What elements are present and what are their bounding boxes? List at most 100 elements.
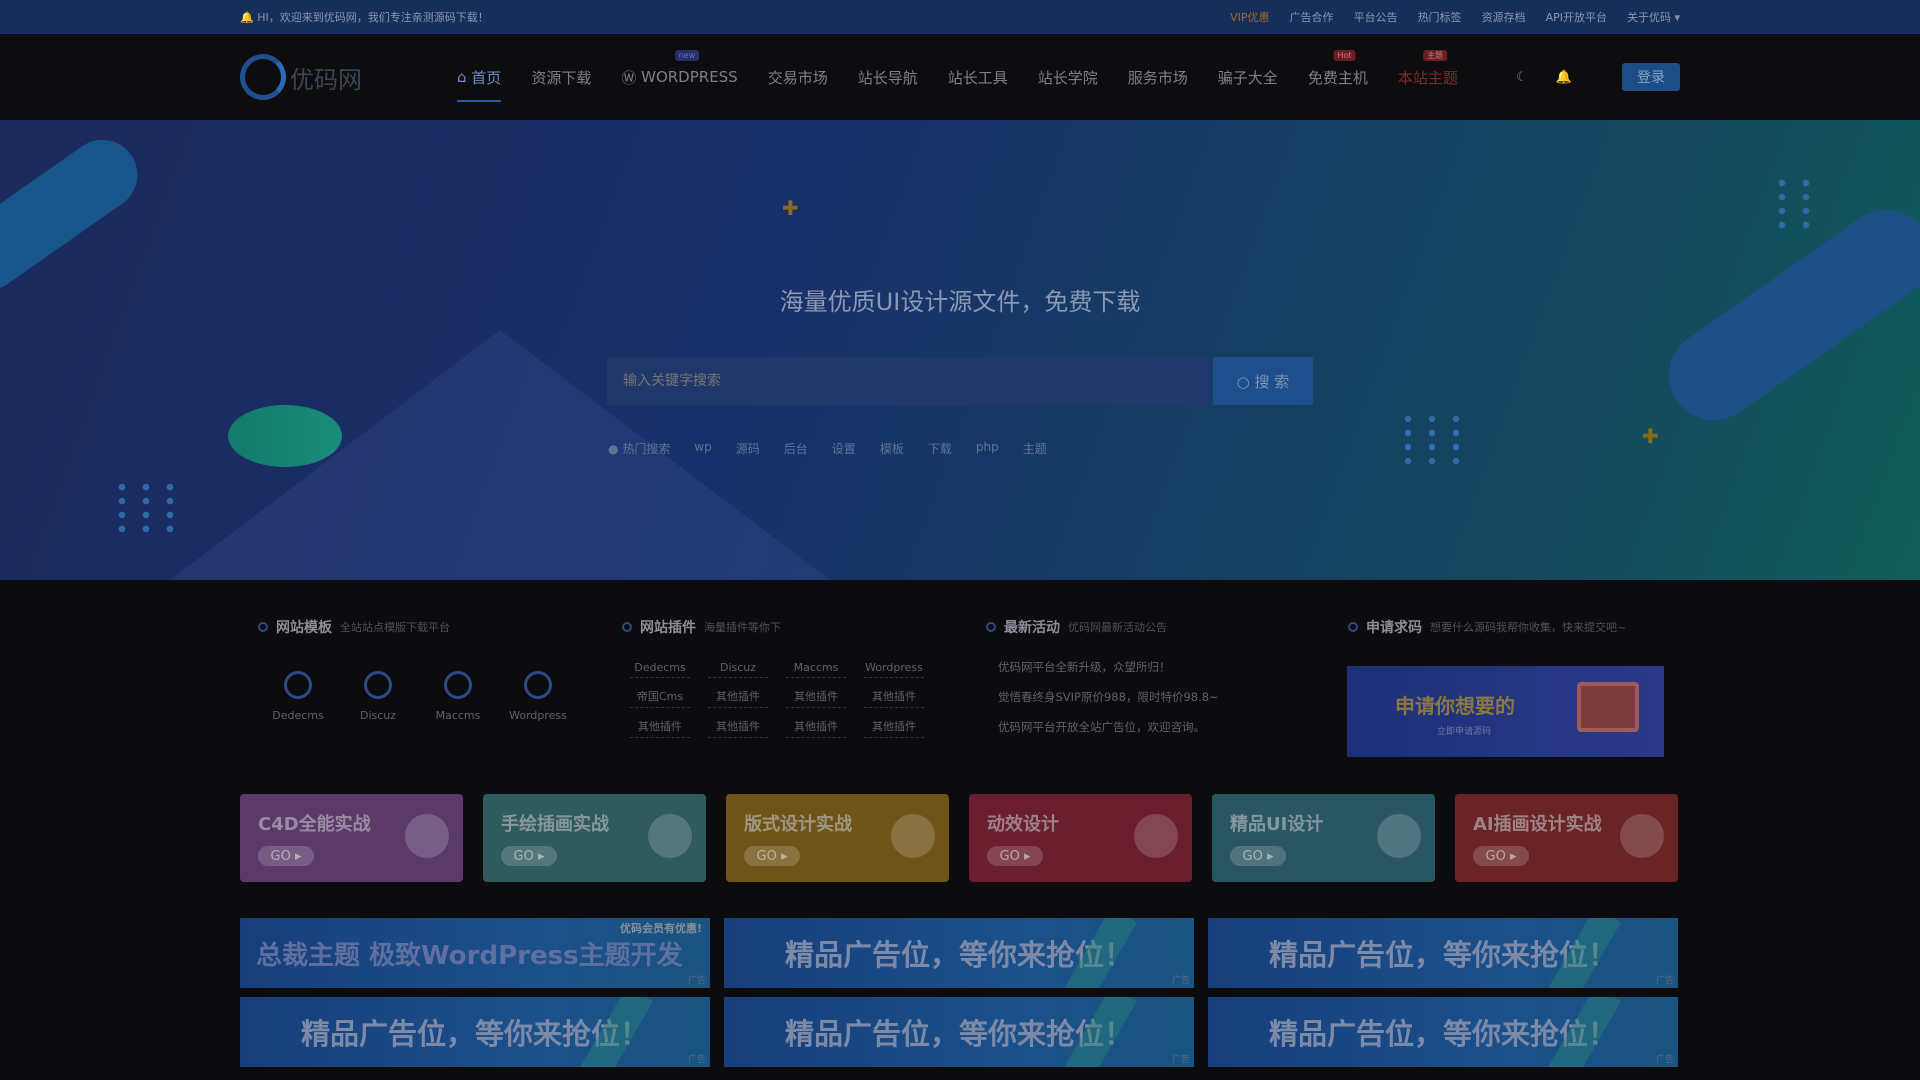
go-button[interactable]: GO ▸ xyxy=(1230,846,1286,866)
nav-item-academy[interactable]: 站长学院 xyxy=(1023,34,1113,120)
go-button[interactable]: GO ▸ xyxy=(501,846,557,866)
plugin-link[interactable]: Dedecms xyxy=(630,661,690,678)
nav-item-wordpress[interactable]: new Ⓦ WORDPRESS xyxy=(606,34,752,120)
hero-dots-decor xyxy=(1396,412,1476,472)
top-link-tags[interactable]: 热门标签 xyxy=(1418,9,1462,25)
template-label: Discuz xyxy=(359,709,397,722)
hot-word[interactable]: php xyxy=(976,440,999,457)
plugin-link[interactable]: 其他插件 xyxy=(708,718,768,738)
course-card[interactable]: C4D全能实战 GO ▸ xyxy=(240,794,463,882)
site-logo[interactable]: 优码网 xyxy=(240,54,420,100)
plugin-link[interactable]: 其他插件 xyxy=(864,718,924,738)
plugin-link[interactable]: 其他插件 xyxy=(630,718,690,738)
plugin-link[interactable]: 其他插件 xyxy=(786,688,846,708)
hot-word[interactable]: 主题 xyxy=(1023,440,1047,457)
top-links: VIP优惠 广告合作 平台公告 热门标签 资源存档 API开放平台 关于优码 ▾ xyxy=(1230,9,1680,25)
course-card[interactable]: 手绘插画实战 GO ▸ xyxy=(483,794,706,882)
ad-mark: 广告 xyxy=(1655,1055,1674,1065)
pen-icon xyxy=(1620,814,1664,858)
hot-word[interactable]: 源码 xyxy=(736,440,760,457)
bell-icon[interactable]: 🔔 xyxy=(1556,69,1572,85)
ad-grid: 优码会员有优惠! 总裁主题 极致WordPress主题开发 广告 精品广告位，等你来… xyxy=(240,918,1678,1067)
top-link-ads[interactable]: 广告合作 xyxy=(1290,9,1334,25)
ad-mark: 广告 xyxy=(687,1055,706,1065)
plugin-link[interactable]: 其他插件 xyxy=(786,718,846,738)
nav-item-home[interactable]: ⌂ 首页 xyxy=(442,34,516,120)
hot-word[interactable]: 下载 xyxy=(928,440,952,457)
hot-word[interactable]: wp xyxy=(694,440,711,457)
hot-word[interactable]: 后台 xyxy=(784,440,808,457)
ad-banner[interactable]: 精品广告位，等你来抢位！ 广告 xyxy=(240,997,710,1067)
palette-icon xyxy=(648,814,692,858)
nav-item-downloads[interactable]: 资源下载 xyxy=(516,34,606,120)
template-label: Dedecms xyxy=(272,709,324,722)
section-icon xyxy=(986,622,996,632)
hero-dots-decor xyxy=(1770,176,1810,236)
course-cards: C4D全能实战 GO ▸ 手绘插画实战 GO ▸ 版式设计实战 GO ▸ 动效设计 GO… xyxy=(240,794,1678,882)
nav-item-market[interactable]: 交易市场 xyxy=(753,34,843,120)
hot-word[interactable]: 设置 xyxy=(832,440,856,457)
nav-item-tools[interactable]: 站长工具 xyxy=(933,34,1023,120)
top-bar: 🔔 HI，欢迎来到优码网，我们专注亲测源码下载！ VIP优惠 广告合作 平台公告… xyxy=(0,0,1920,34)
go-button[interactable]: GO ▸ xyxy=(744,846,800,866)
plugin-link[interactable]: Wordpress xyxy=(864,661,924,678)
ad-banner[interactable]: 精品广告位，等你来抢位！ 广告 xyxy=(724,918,1194,988)
ad-banner[interactable]: 精品广告位，等你来抢位！ 广告 xyxy=(1208,997,1678,1067)
nav-item-services[interactable]: 服务市场 xyxy=(1113,34,1203,120)
illustration-icon xyxy=(1577,682,1639,732)
section-header: 网站插件 海量插件等你下 xyxy=(622,617,962,637)
nav-item-hosting[interactable]: Hot 免费主机 xyxy=(1293,34,1383,120)
search-input[interactable] xyxy=(607,357,1209,405)
search-button[interactable]: ○ 搜 索 xyxy=(1213,357,1313,405)
template-item[interactable]: Wordpress xyxy=(509,671,567,722)
plugin-link[interactable]: 帝国Cms xyxy=(630,688,690,708)
template-item[interactable]: Dedecms xyxy=(272,671,324,722)
top-link-api[interactable]: API开放平台 xyxy=(1546,9,1607,25)
course-card[interactable]: AI插画设计实战 GO ▸ xyxy=(1455,794,1678,882)
login-button[interactable]: 登录 xyxy=(1622,63,1680,91)
moon-icon[interactable]: ☾ xyxy=(1514,69,1530,85)
nav-label: 首页 xyxy=(471,68,502,87)
plugin-link[interactable]: Discuz xyxy=(708,661,768,678)
template-label: Maccms xyxy=(435,709,481,722)
logo-text: 优码网 xyxy=(290,65,362,94)
top-link-notice[interactable]: 平台公告 xyxy=(1354,9,1398,25)
request-banner[interactable]: 申请你想要的 立即申请源码 xyxy=(1347,666,1664,757)
go-button[interactable]: GO ▸ xyxy=(1473,846,1529,866)
plugin-link[interactable]: Maccms xyxy=(786,661,846,678)
nav-label: 免费主机 xyxy=(1307,68,1368,87)
news-item[interactable]: 觉悟春终身SVIP原价988，限时特价98.8~ xyxy=(998,689,1326,705)
section-news: 最新活动 优码网最新活动公告 优码网平台全新升级，众望所归！ 觉悟春终身SVIP原… xyxy=(986,617,1326,735)
ad-banner[interactable]: 精品广告位，等你来抢位！ 广告 xyxy=(1208,918,1678,988)
template-item[interactable]: Discuz xyxy=(352,671,404,722)
hot-word[interactable]: 模板 xyxy=(880,440,904,457)
course-card[interactable]: 动效设计 GO ▸ xyxy=(969,794,1192,882)
home-icon: ⌂ xyxy=(457,68,472,86)
news-item[interactable]: 优码网平台全新升级，众望所归！ xyxy=(998,659,1326,675)
section-subtitle: 全站站点模版下载平台 xyxy=(340,621,450,634)
template-item[interactable]: Maccms xyxy=(432,671,484,722)
nav-label: 服务市场 xyxy=(1127,68,1188,87)
nav-label: 站长导航 xyxy=(857,68,918,87)
nav-item-scams[interactable]: 骗子大全 xyxy=(1203,34,1293,120)
top-link-archive[interactable]: 资源存档 xyxy=(1482,9,1526,25)
go-button[interactable]: GO ▸ xyxy=(987,846,1043,866)
top-link-vip[interactable]: VIP优惠 xyxy=(1230,9,1269,25)
course-card[interactable]: 精品UI设计 GO ▸ xyxy=(1212,794,1435,882)
top-link-about[interactable]: 关于优码 ▾ xyxy=(1627,9,1680,25)
plugin-link[interactable]: 其他插件 xyxy=(708,688,768,708)
section-title: 最新活动 xyxy=(1004,620,1060,636)
plugin-link[interactable]: 其他插件 xyxy=(864,688,924,708)
hero-banner: ✚ ✚ 海量优质UI设计源文件，免费下载 ○ 搜 索 ● 热门搜索 wp 源码 … xyxy=(0,120,1920,580)
nav-item-theme[interactable]: 主题 本站主题 xyxy=(1383,34,1473,120)
hot-search: ● 热门搜索 wp 源码 后台 设置 模板 下载 php 主题 xyxy=(608,440,1047,457)
ad-banner[interactable]: 精品广告位，等你来抢位！ 广告 xyxy=(724,997,1194,1067)
course-card[interactable]: 版式设计实战 GO ▸ xyxy=(726,794,949,882)
go-button[interactable]: GO ▸ xyxy=(258,846,314,866)
nav-item-navigation[interactable]: 站长导航 xyxy=(843,34,933,120)
section-templates: 网站模板 全站站点模版下载平台 Dedecms Discuz Maccms Wor… xyxy=(258,617,598,722)
news-item[interactable]: 优码网平台开放全站广告位，欢迎咨询。 xyxy=(998,719,1326,735)
ad-banner[interactable]: 优码会员有优惠! 总裁主题 极致WordPress主题开发 广告 xyxy=(240,918,710,988)
news-list: 优码网平台全新升级，众望所归！ 觉悟春终身SVIP原价988，限时特价98.8~… xyxy=(986,659,1326,735)
section-title: 网站模板 xyxy=(276,620,332,636)
